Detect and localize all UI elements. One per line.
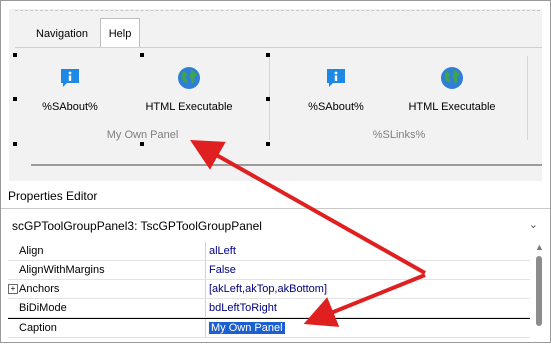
property-name: Caption [8, 319, 206, 337]
selection-handle[interactable] [140, 53, 144, 57]
panel-separator [527, 56, 528, 140]
about-button-label: %SAbout% [308, 101, 364, 113]
info-icon [327, 69, 345, 87]
panel-caption: My Own Panel [106, 129, 179, 141]
property-name: Align [8, 242, 206, 260]
selection-handle[interactable] [13, 53, 17, 57]
property-name: Anchors [8, 280, 206, 298]
caption-value-selected[interactable]: My Own Panel [209, 322, 285, 334]
scrollbar-thumb[interactable] [536, 256, 542, 326]
vertical-scrollbar[interactable]: ▲ [532, 242, 546, 338]
chevron-down-icon[interactable]: ⌄ [529, 218, 538, 231]
html-executable-button-label: HTML Executable [145, 101, 233, 113]
component-selector[interactable]: scGPToolGroupPanel3: TscGPToolGroupPanel… [1, 214, 550, 238]
tab-help[interactable]: Help [100, 18, 140, 47]
design-guide-line [15, 10, 540, 11]
selection-handle[interactable] [140, 142, 144, 146]
property-name: BiDiMode [8, 299, 206, 317]
tab-navigation[interactable]: Navigation [29, 22, 95, 46]
property-name: AlignWithMargins [8, 261, 206, 279]
about-button-label: %SAbout% [42, 101, 98, 113]
property-grid: Align alLeft AlignWithMargins False + An… [8, 242, 530, 338]
property-value[interactable]: False [207, 261, 530, 279]
panel-caption: %SLinks% [372, 129, 426, 141]
about-button[interactable]: %SAbout% [15, 62, 125, 117]
scroll-up-icon[interactable]: ▲ [535, 242, 544, 252]
property-value[interactable]: [akLeft,akTop,akBottom] [207, 280, 530, 298]
html-executable-button-label: HTML Executable [408, 101, 496, 113]
properties-editor-title: Properties Editor [8, 189, 98, 203]
tool-group-panel-my-own[interactable]: %SAbout% HTML Executable My Own Panel [15, 48, 270, 147]
selection-handle[interactable] [13, 142, 17, 146]
about-button[interactable]: %SAbout% [281, 62, 391, 117]
caption-edit-field[interactable]: My Own Panel [207, 319, 530, 337]
splitter-bar[interactable] [31, 164, 542, 166]
property-row-bidimode[interactable]: BiDiMode bdLeftToRight [8, 299, 530, 318]
tool-group-panel-links[interactable]: %SAbout% HTML Executable %SLinks% [271, 48, 527, 147]
property-row-caption[interactable]: Caption My Own Panel [8, 318, 530, 338]
selection-handle[interactable] [266, 97, 270, 101]
app-window: Navigation Help %SAbout% HTML Executable… [0, 0, 551, 343]
property-row-anchors[interactable]: + Anchors [akLeft,akTop,akBottom] [8, 280, 530, 299]
selection-handle[interactable] [13, 97, 17, 101]
property-value[interactable]: bdLeftToRight [207, 299, 530, 317]
component-selector-value: scGPToolGroupPanel3: TscGPToolGroupPanel [12, 219, 262, 233]
globe-icon [178, 67, 200, 89]
property-row-alignwithmargins[interactable]: AlignWithMargins False [8, 261, 530, 280]
globe-icon [441, 67, 463, 89]
property-value[interactable]: alLeft [207, 242, 530, 260]
selection-handle[interactable] [266, 142, 270, 146]
property-row-align[interactable]: Align alLeft [8, 242, 530, 261]
html-executable-button[interactable]: HTML Executable [134, 62, 244, 117]
info-icon [61, 69, 79, 87]
html-executable-button[interactable]: HTML Executable [397, 62, 507, 117]
selection-handle[interactable] [266, 53, 270, 57]
divider [1, 208, 550, 209]
